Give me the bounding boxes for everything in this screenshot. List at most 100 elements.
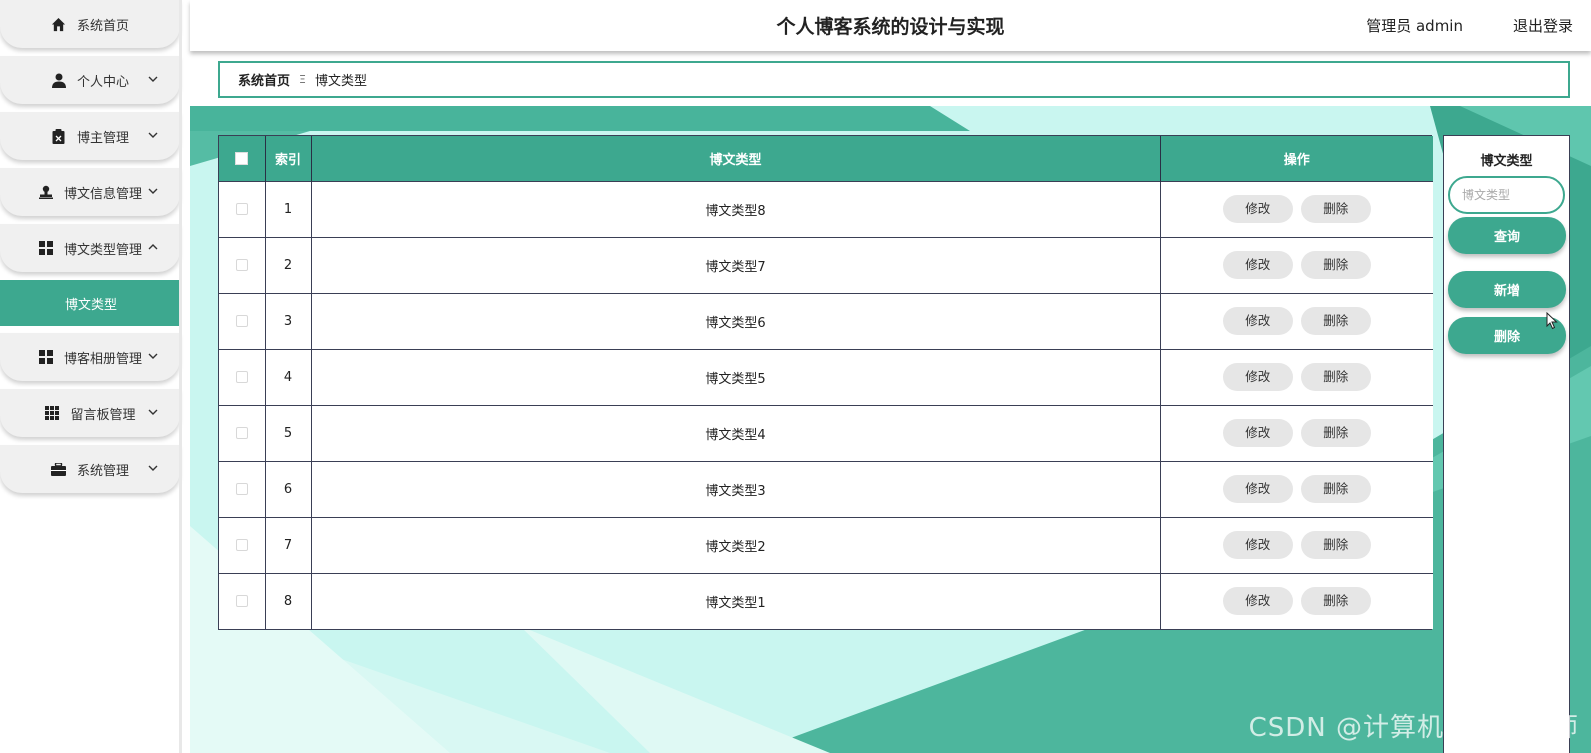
edit-button[interactable]: 修改	[1222, 195, 1293, 223]
row-index: 4	[265, 348, 312, 405]
chevron-down-icon	[148, 465, 158, 471]
row-index: 6	[265, 460, 312, 517]
row-checkbox[interactable]	[235, 595, 248, 608]
sidebar-item-label: 系统管理	[76, 463, 129, 479]
breadcrumb: 系统首页 Ξ 博文类型	[218, 61, 1570, 98]
sidebar-item-blog-post-management[interactable]: 博文信息管理	[0, 168, 180, 216]
sidebar-item-label: 系统首页	[76, 18, 129, 34]
breadcrumb-home[interactable]: 系统首页	[238, 70, 290, 89]
logout-link[interactable]: 退出登录	[1513, 15, 1573, 36]
row-checkbox[interactable]	[235, 371, 248, 383]
edit-button[interactable]: 修改	[1222, 419, 1293, 447]
table-row: 5 博文类型4 修改 删除	[219, 404, 1433, 461]
row-type: 博文类型2	[311, 516, 1161, 573]
column-header-index: 索引	[265, 136, 312, 181]
edit-button[interactable]: 修改	[1222, 475, 1293, 503]
row-checkbox[interactable]	[235, 315, 248, 327]
table-row: 4 博文类型5 修改 删除	[219, 348, 1433, 405]
edit-button[interactable]: 修改	[1222, 587, 1293, 616]
sidebar-item-album-management[interactable]: 博客相册管理	[0, 333, 180, 381]
sidebar: 系统首页 个人中心 博主管理 博文信息管理 博文类型管理 博文类型 博客相册管理…	[0, 0, 182, 753]
row-checkbox[interactable]	[235, 539, 248, 551]
edit-button[interactable]: 修改	[1222, 531, 1293, 559]
row-type: 博文类型6	[311, 292, 1161, 349]
sidebar-item-label: 个人中心	[76, 74, 129, 90]
row-checkbox[interactable]	[235, 203, 248, 215]
edit-button[interactable]: 修改	[1222, 363, 1293, 391]
delete-button[interactable]: 删除	[1300, 475, 1371, 503]
breadcrumb-separator: Ξ	[299, 73, 306, 86]
row-checkbox[interactable]	[235, 427, 248, 439]
sidebar-item-label: 博文类型管理	[63, 242, 142, 258]
chevron-down-icon	[148, 409, 158, 415]
delete-button[interactable]: 删除	[1300, 587, 1371, 616]
delete-button[interactable]: 删除	[1300, 531, 1371, 559]
table-row: 2 博文类型7 修改 删除	[219, 236, 1433, 293]
row-index: 8	[265, 572, 312, 629]
search-panel: 博文类型 查询 新增 删除	[1443, 135, 1570, 753]
row-index: 3	[265, 292, 312, 349]
breadcrumb-current: 博文类型	[314, 74, 367, 89]
chevron-down-icon	[148, 353, 158, 359]
delete-button[interactable]: 删除	[1300, 195, 1371, 223]
watermark: CSDN @计算机编程指导师	[1248, 713, 1579, 743]
sidebar-item-personal-center[interactable]: 个人中心	[0, 56, 180, 104]
row-index: 1	[265, 180, 312, 237]
apps-icon	[44, 405, 60, 421]
select-all-checkbox[interactable]	[235, 151, 249, 165]
grid-icon	[38, 349, 54, 365]
row-type: 博文类型5	[311, 348, 1161, 405]
table-row: 8 博文类型1 修改 删除	[219, 572, 1433, 629]
table-row: 6 博文类型3 修改 删除	[219, 460, 1433, 517]
sidebar-item-message-board-management[interactable]: 留言板管理	[0, 389, 180, 437]
edit-button[interactable]: 修改	[1222, 251, 1293, 279]
row-type: 博文类型8	[311, 180, 1161, 237]
edit-button[interactable]: 修改	[1222, 307, 1293, 335]
sidebar-subitem-blog-type[interactable]: 博文类型	[0, 280, 182, 326]
sidebar-item-label: 博主管理	[76, 130, 129, 146]
admin-label: 管理员 admin	[1366, 17, 1463, 35]
table-row: 1 博文类型8 修改 删除	[219, 180, 1433, 237]
column-header-type: 博文类型	[311, 136, 1161, 181]
grid-icon	[38, 240, 54, 256]
sidebar-item-label: 留言板管理	[70, 407, 136, 423]
table-header-row: 索引 博文类型 操作	[219, 136, 1433, 181]
select-all-header[interactable]	[219, 136, 266, 181]
row-type: 博文类型1	[311, 572, 1161, 629]
add-button[interactable]: 新增	[1448, 271, 1566, 308]
clipboard-icon	[51, 128, 67, 144]
delete-button[interactable]: 删除	[1300, 251, 1371, 279]
search-panel-title: 博文类型	[1480, 154, 1533, 169]
sidebar-item-blog-type-management[interactable]: 博文类型管理	[0, 224, 180, 272]
row-index: 5	[265, 404, 312, 461]
top-header: 个人博客系统的设计与实现 管理员 admin 退出登录	[190, 0, 1591, 51]
stamp-icon	[38, 184, 54, 200]
sidebar-item-system-management[interactable]: 系统管理	[0, 445, 180, 493]
sidebar-item-blogger-management[interactable]: 博主管理	[0, 112, 180, 160]
home-icon	[51, 16, 67, 32]
chevron-down-icon	[148, 76, 158, 82]
row-index: 2	[265, 236, 312, 293]
briefcase-icon	[51, 461, 67, 477]
mouse-cursor-icon	[1546, 312, 1558, 330]
blog-type-table: 索引 博文类型 操作 1 博文类型8 修改 删除 2 博文类型7 修改 删除 3 博…	[218, 135, 1433, 630]
chevron-down-icon	[148, 132, 158, 138]
table-row: 7 博文类型2 修改 删除	[219, 516, 1433, 573]
row-type: 博文类型3	[311, 460, 1161, 517]
delete-button[interactable]: 删除	[1300, 363, 1371, 391]
chevron-up-icon	[148, 244, 158, 250]
chevron-down-icon	[148, 188, 158, 194]
query-button[interactable]: 查询	[1448, 217, 1566, 254]
sidebar-item-home[interactable]: 系统首页	[0, 0, 180, 48]
row-checkbox[interactable]	[235, 259, 248, 271]
delete-button[interactable]: 删除	[1300, 307, 1371, 335]
row-type: 博文类型4	[311, 404, 1161, 461]
sidebar-item-label: 博文信息管理	[63, 186, 142, 202]
column-header-actions: 操作	[1160, 136, 1433, 181]
user-icon	[51, 72, 67, 88]
delete-button[interactable]: 删除	[1300, 419, 1371, 447]
sidebar-item-label: 博客相册管理	[63, 351, 142, 367]
row-checkbox[interactable]	[235, 483, 248, 495]
row-index: 7	[265, 516, 312, 573]
blog-type-search-input[interactable]	[1448, 176, 1565, 214]
